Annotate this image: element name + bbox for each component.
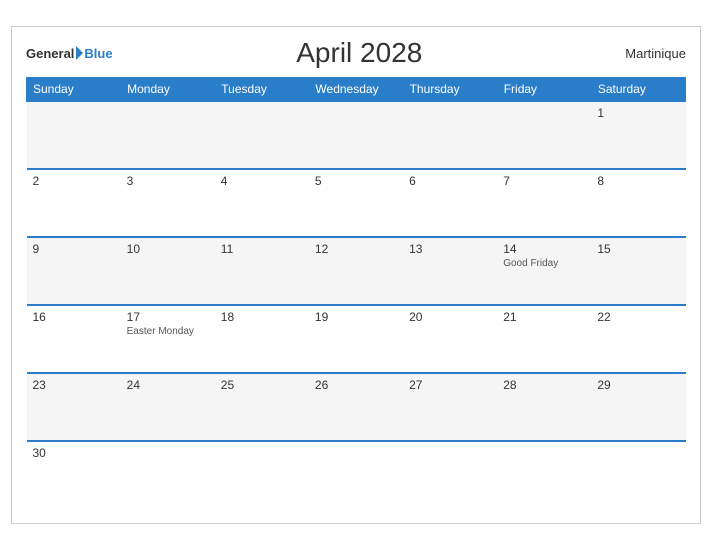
calendar-cell: 8 xyxy=(591,169,685,237)
calendar-cell: 17 Easter Monday xyxy=(121,305,215,373)
day-number: 23 xyxy=(33,378,115,392)
event-label: Good Friday xyxy=(503,258,585,269)
day-number: 30 xyxy=(33,446,115,460)
event-label: Easter Monday xyxy=(127,326,209,337)
calendar-week-row: 16 17 Easter Monday 18 19 20 21 22 xyxy=(27,305,686,373)
calendar-cell: 2 xyxy=(27,169,121,237)
weekday-header-friday: Friday xyxy=(497,78,591,102)
calendar-cell: 30 xyxy=(27,441,121,509)
calendar-container: General Blue April 2028 Martinique Sunda… xyxy=(11,26,701,524)
day-number: 17 xyxy=(127,310,209,324)
calendar-cell: 1 xyxy=(591,101,685,169)
calendar-cell: 15 xyxy=(591,237,685,305)
day-number: 21 xyxy=(503,310,585,324)
calendar-cell: 13 xyxy=(403,237,497,305)
day-number: 22 xyxy=(597,310,679,324)
calendar-cell: 21 xyxy=(497,305,591,373)
calendar-cell xyxy=(27,101,121,169)
day-number: 1 xyxy=(597,106,679,120)
calendar-cell xyxy=(497,441,591,509)
day-number: 25 xyxy=(221,378,303,392)
calendar-cell: 9 xyxy=(27,237,121,305)
day-number: 7 xyxy=(503,174,585,188)
logo-general-text: General xyxy=(26,46,74,61)
calendar-cell: 22 xyxy=(591,305,685,373)
day-number: 12 xyxy=(315,242,397,256)
calendar-cell: 4 xyxy=(215,169,309,237)
calendar-week-row: 23 24 25 26 27 28 29 xyxy=(27,373,686,441)
day-number: 2 xyxy=(33,174,115,188)
calendar-grid: SundayMondayTuesdayWednesdayThursdayFrid… xyxy=(26,77,686,509)
calendar-cell xyxy=(121,101,215,169)
logo-triangle-icon xyxy=(76,46,83,60)
region-label: Martinique xyxy=(606,46,686,61)
calendar-cell xyxy=(215,441,309,509)
calendar-cell: 12 xyxy=(309,237,403,305)
day-number: 18 xyxy=(221,310,303,324)
day-number: 16 xyxy=(33,310,115,324)
month-title: April 2028 xyxy=(113,37,606,69)
day-number: 15 xyxy=(597,242,679,256)
weekday-header-tuesday: Tuesday xyxy=(215,78,309,102)
calendar-cell: 3 xyxy=(121,169,215,237)
calendar-cell xyxy=(403,441,497,509)
day-number: 11 xyxy=(221,242,303,256)
day-number: 26 xyxy=(315,378,397,392)
calendar-cell: 18 xyxy=(215,305,309,373)
calendar-cell: 23 xyxy=(27,373,121,441)
weekday-header-monday: Monday xyxy=(121,78,215,102)
calendar-cell: 6 xyxy=(403,169,497,237)
weekday-header-saturday: Saturday xyxy=(591,78,685,102)
day-number: 29 xyxy=(597,378,679,392)
calendar-cell: 5 xyxy=(309,169,403,237)
calendar-cell xyxy=(309,441,403,509)
day-number: 8 xyxy=(597,174,679,188)
calendar-week-row: 2345678 xyxy=(27,169,686,237)
calendar-cell: 11 xyxy=(215,237,309,305)
day-number: 19 xyxy=(315,310,397,324)
calendar-cell: 16 xyxy=(27,305,121,373)
calendar-cell xyxy=(309,101,403,169)
weekday-header-row: SundayMondayTuesdayWednesdayThursdayFrid… xyxy=(27,78,686,102)
calendar-cell xyxy=(497,101,591,169)
day-number: 28 xyxy=(503,378,585,392)
calendar-cell: 25 xyxy=(215,373,309,441)
calendar-week-row: 30 xyxy=(27,441,686,509)
calendar-cell: 7 xyxy=(497,169,591,237)
weekday-header-sunday: Sunday xyxy=(27,78,121,102)
day-number: 13 xyxy=(409,242,491,256)
calendar-cell: 20 xyxy=(403,305,497,373)
calendar-cell: 19 xyxy=(309,305,403,373)
day-number: 10 xyxy=(127,242,209,256)
weekday-header-thursday: Thursday xyxy=(403,78,497,102)
day-number: 24 xyxy=(127,378,209,392)
calendar-header: General Blue April 2028 Martinique xyxy=(26,37,686,69)
calendar-week-row: 9 10 11 12 13 14 Good Friday 15 xyxy=(27,237,686,305)
calendar-week-row: 1 xyxy=(27,101,686,169)
logo: General Blue xyxy=(26,46,113,61)
calendar-cell xyxy=(403,101,497,169)
calendar-cell xyxy=(215,101,309,169)
day-number: 6 xyxy=(409,174,491,188)
day-number: 4 xyxy=(221,174,303,188)
day-number: 27 xyxy=(409,378,491,392)
calendar-cell xyxy=(591,441,685,509)
day-number: 20 xyxy=(409,310,491,324)
calendar-cell: 27 xyxy=(403,373,497,441)
calendar-cell: 26 xyxy=(309,373,403,441)
calendar-cell: 29 xyxy=(591,373,685,441)
weekday-header-wednesday: Wednesday xyxy=(309,78,403,102)
calendar-cell: 10 xyxy=(121,237,215,305)
calendar-cell xyxy=(121,441,215,509)
calendar-cell: 28 xyxy=(497,373,591,441)
day-number: 9 xyxy=(33,242,115,256)
calendar-cell: 14 Good Friday xyxy=(497,237,591,305)
logo-blue-text: Blue xyxy=(84,46,112,61)
day-number: 3 xyxy=(127,174,209,188)
day-number: 5 xyxy=(315,174,397,188)
calendar-cell: 24 xyxy=(121,373,215,441)
day-number: 14 xyxy=(503,242,585,256)
